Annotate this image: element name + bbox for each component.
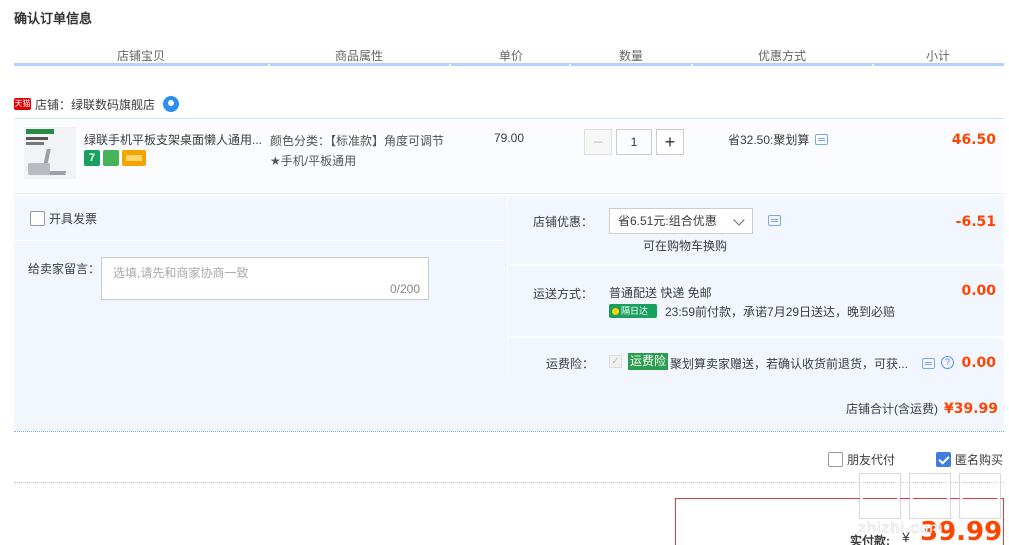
- message-icon[interactable]: [768, 215, 781, 226]
- invoice-option[interactable]: 开具发票: [30, 210, 97, 227]
- next-day-badge: 隔日达: [609, 304, 657, 318]
- quantity-plus-button[interactable]: +: [656, 129, 684, 155]
- wangwang-chat-icon[interactable]: [163, 96, 180, 112]
- col-separator: [691, 64, 693, 67]
- message-icon[interactable]: [815, 134, 829, 145]
- payment-currency: ¥: [902, 529, 910, 545]
- divider: [14, 240, 508, 241]
- col-shop-item: 店铺宝贝: [117, 49, 166, 63]
- item-subtotal: 46.50: [951, 132, 996, 148]
- shop-total-label: 店铺合计(含运费): [845, 402, 938, 416]
- quantity-input[interactable]: 1: [616, 129, 652, 155]
- insurance-label: 运费险：: [546, 357, 595, 371]
- unit-price: 79.00: [494, 131, 525, 145]
- chevron-down-icon: [733, 214, 745, 226]
- help-icon[interactable]: ?: [941, 356, 954, 369]
- col-unit-price: 单价: [499, 49, 524, 63]
- quantity-stepper: − 1 +: [584, 129, 684, 155]
- shop-discount-select[interactable]: 省6.51元:组合优惠: [609, 208, 753, 234]
- col-quantity: 数量: [619, 49, 644, 63]
- col-separator: [268, 64, 270, 67]
- anonymous-checkbox[interactable]: [936, 452, 951, 467]
- insurance-tag: 运费险: [628, 353, 669, 370]
- payment-label: 实付款:: [850, 534, 890, 545]
- col-separator: [569, 64, 571, 67]
- message-icon[interactable]: [922, 358, 935, 369]
- product-attributes: 颜色分类：【标准款】角度可调节 ★手机/平板通用: [270, 131, 460, 171]
- left-pane: 开具发票 给卖家留言： 选填,请先和商家协商一致 0/200: [14, 196, 508, 381]
- tmall-icon: 天猫: [14, 98, 31, 110]
- char-counter: 0/200: [389, 282, 420, 296]
- payment-summary: 实付款: ¥ 39.99: [675, 498, 1004, 545]
- col-separator: [872, 64, 874, 67]
- friend-pay-checkbox[interactable]: [828, 452, 843, 467]
- column-header: 店铺宝贝 商品属性 单价 数量 优惠方式 小计: [14, 44, 1004, 67]
- discount-text: 省32.50:聚划算: [728, 133, 810, 147]
- anonymous-option[interactable]: 匿名购买: [936, 451, 1003, 468]
- invoice-checkbox[interactable]: [30, 211, 45, 226]
- col-subtotal: 小计: [926, 49, 951, 63]
- anonymous-label: 匿名购买: [955, 453, 1004, 467]
- insurance-value: 0.00: [961, 355, 996, 371]
- quantity-minus-button[interactable]: −: [584, 129, 612, 155]
- shop-total: 店铺合计(含运费) ¥39.99: [846, 400, 998, 417]
- shipping-label: 运送方式：: [533, 287, 594, 301]
- order-details: 开具发票 给卖家留言： 选填,请先和商家协商一致 0/200 店铺优惠： 省6.…: [14, 196, 1004, 432]
- shop-total-amount: ¥39.99: [943, 401, 998, 417]
- product-thumbnail[interactable]: [24, 127, 76, 179]
- shop-discount-value: -6.51: [955, 214, 996, 230]
- seller-message-label: 给卖家留言：: [28, 262, 101, 276]
- order-item-row: 绿联手机平板支架桌面懒人通用... 7 颜色分类：【标准款】角度可调节 ★手机/…: [14, 118, 1004, 194]
- col-discount: 优惠方式: [758, 49, 807, 63]
- col-separator: [449, 64, 451, 67]
- attr-compat: ★手机/平板通用: [270, 154, 357, 168]
- payment-amount: 39.99: [920, 517, 1003, 545]
- shop-name-link[interactable]: 店铺：绿联数码旗舰店: [35, 96, 155, 113]
- invoice-label: 开具发票: [49, 212, 98, 226]
- shop-discount-selected: 省6.51元:组合优惠: [618, 214, 717, 228]
- shop-discount-label: 店铺优惠：: [533, 215, 594, 229]
- seller-message-input[interactable]: 选填,请先和商家协商一致 0/200: [101, 257, 429, 300]
- delivery-promise: 23:59前付款，承诺7月29日送达，晚到必赔: [665, 305, 896, 319]
- divider: [14, 482, 1004, 483]
- credit-card-icon[interactable]: [122, 150, 146, 166]
- col-attributes: 商品属性: [335, 49, 384, 63]
- item-discount: 省32.50:聚划算: [728, 131, 829, 148]
- seven-day-return-icon[interactable]: 7: [84, 150, 100, 166]
- right-pane: 店铺优惠： 省6.51元:组合优惠 可在购物车换购 -6.51 运送方式： 普通…: [509, 196, 1004, 381]
- attr-color: 颜色分类：【标准款】角度可调节: [270, 134, 445, 148]
- swap-hint: 可在购物车换购: [643, 239, 728, 253]
- seller-message-placeholder: 选填,请先和商家协商一致: [113, 266, 249, 280]
- divider: [509, 336, 1004, 338]
- divider: [509, 264, 1004, 266]
- page-title: 确认订单信息: [14, 11, 93, 26]
- friend-pay-label: 朋友代付: [847, 453, 896, 467]
- service-badges: 7: [84, 150, 146, 166]
- product-title-link[interactable]: 绿联手机平板支架桌面懒人通用...: [84, 131, 264, 148]
- insurance-description: 聚划算卖家赠送，若确认收货前退货，可获...: [670, 357, 909, 371]
- shipping-value: 0.00: [961, 283, 996, 299]
- friend-pay-option[interactable]: 朋友代付: [828, 451, 895, 468]
- guarantee-icon[interactable]: [103, 150, 119, 166]
- shop-line: 天猫 店铺：绿联数码旗舰店: [14, 95, 180, 113]
- shipping-method: 普通配送 快递 免邮: [609, 286, 712, 300]
- insurance-checkbox[interactable]: ✓: [609, 355, 622, 368]
